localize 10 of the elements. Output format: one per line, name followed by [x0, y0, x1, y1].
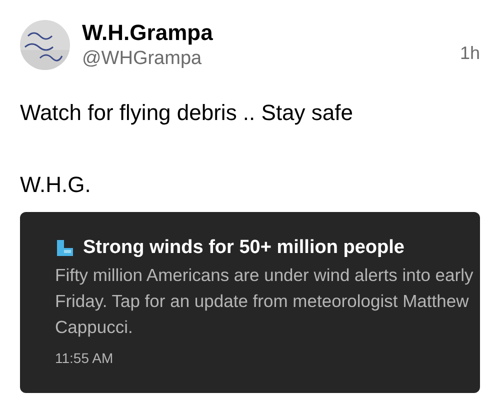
news-summary: Fifty million Americans are under wind alerts into early Friday. Tap for an update from meteorologist Matthew Cappucci.: [55, 264, 474, 339]
post-text: W.H.G.: [20, 172, 92, 198]
author-handle[interactable]: @WHGrampa: [82, 46, 213, 72]
author-name[interactable]: W.H.Grampa: [82, 20, 213, 46]
notification-icon: [55, 238, 75, 258]
post-text: Watch for flying debris .. Stay safe: [20, 100, 354, 126]
news-card[interactable]: Strong winds for 50+ million people Fifty million Americans are under wind alerts into early Friday. Tap for an update from meteorologist Matthew Cappucci. 11:55 AM: [20, 212, 480, 393]
news-title: Strong winds for 50+ million people: [83, 236, 404, 260]
post-time: 1h: [460, 42, 480, 65]
news-time: 11:55 AM: [55, 349, 114, 368]
